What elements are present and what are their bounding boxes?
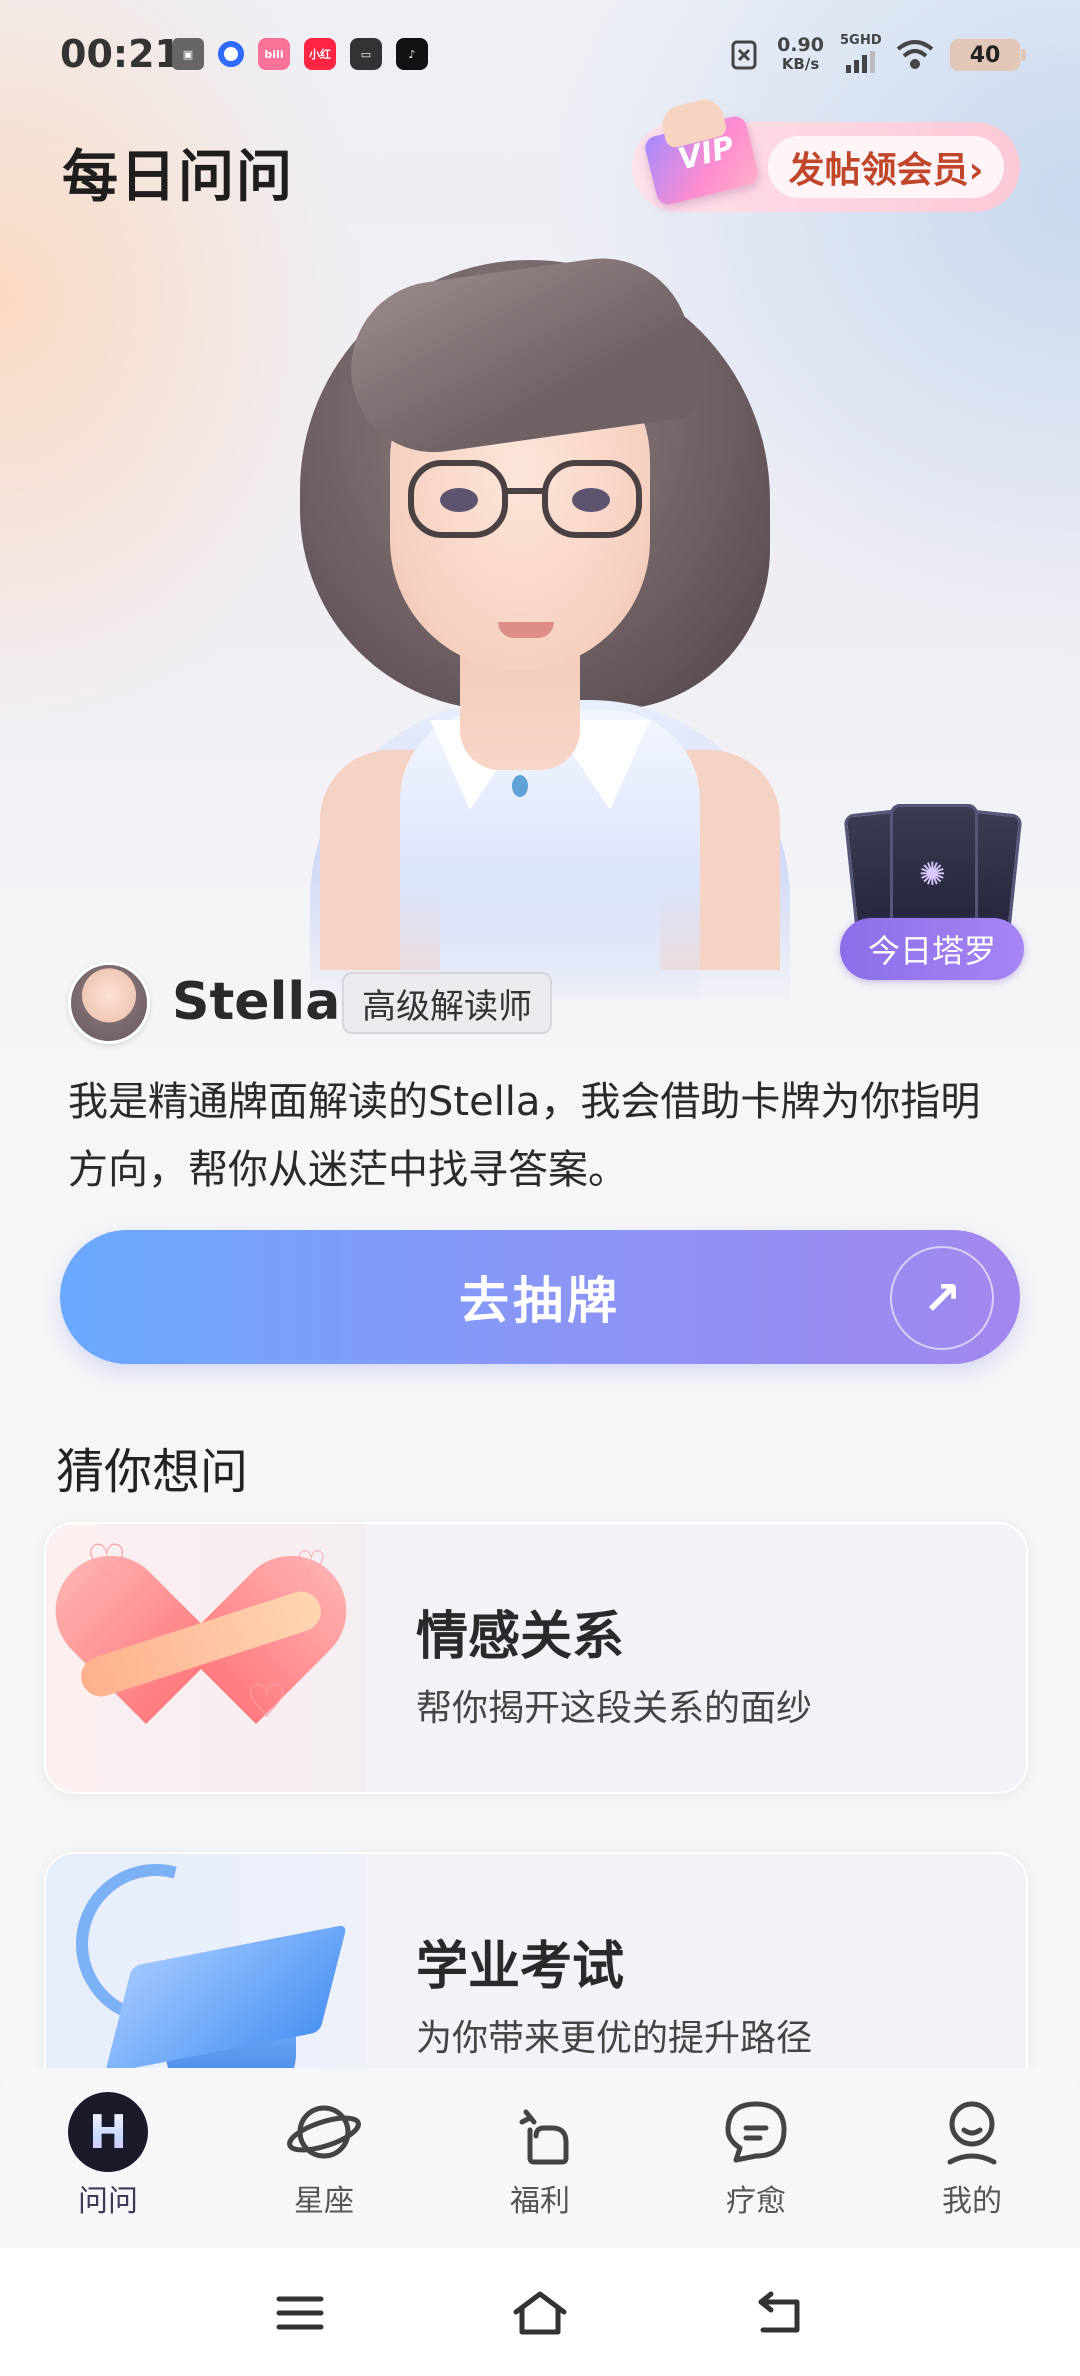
nav-tab-healing[interactable]: 疗愈 xyxy=(686,2092,826,2220)
wifi-icon xyxy=(896,40,934,69)
reader-level-badge: 高级解读师 xyxy=(342,972,552,1034)
status-time: 00:21 xyxy=(60,32,181,76)
reader-portrait xyxy=(280,247,840,1000)
h-logo-icon: H xyxy=(68,2092,148,2172)
nav-tab-label: 疗愈 xyxy=(726,2184,786,2219)
bilibili-icon: bili xyxy=(258,38,290,70)
nav-tab-welfare[interactable]: 福利 xyxy=(470,2092,610,2220)
menu-icon[interactable] xyxy=(260,2278,340,2348)
topic-description: 为你带来更优的提升路径 xyxy=(416,2018,813,2059)
signal-bars-icon xyxy=(846,51,875,73)
topic-card-relationship[interactable]: ♡ ♡ ♡ 情感关系 帮你揭开这段关系的面纱 xyxy=(44,1522,1028,1794)
reader-intro: 我是精通牌面解读的Stella，我会借助卡牌为你指明方向，帮你从迷茫中找寻答案。 xyxy=(68,1079,981,1193)
reader-name: Stella xyxy=(172,972,341,1032)
system-nav-bar xyxy=(0,2248,1080,2376)
status-bar: 00:21 ▣ bili 小红 ▭ ♪ 0.90 KB/s 5G HD 40 xyxy=(0,0,1080,110)
xiaohongshu-icon: 小红 xyxy=(304,38,336,70)
topic-description: 帮你揭开这段关系的面纱 xyxy=(416,1688,813,1729)
status-right: 0.90 KB/s 5G HD 40 xyxy=(727,33,1026,74)
nav-tab-label: 星座 xyxy=(294,2184,354,2219)
planet-icon xyxy=(284,2092,364,2172)
tarot-card-icon: ✺ xyxy=(890,804,978,934)
heart-ribbon-icon: ♡ ♡ ♡ xyxy=(46,1524,370,1792)
nfc-icon xyxy=(731,40,757,70)
arrow-up-right-icon: ↗ xyxy=(890,1246,994,1350)
vip-promo-label: 发帖领会员› xyxy=(768,136,1004,198)
draw-card-button[interactable]: 去抽牌 ↗ xyxy=(60,1230,1020,1364)
bilibili-tv-icon: ▣ xyxy=(172,38,204,70)
suggestions-title: 猜你想问 xyxy=(56,1444,249,1500)
nav-tab-label: 我的 xyxy=(942,2184,1002,2219)
nav-tab-label: 福利 xyxy=(510,2184,570,2219)
chat-bubble-icon xyxy=(716,2092,796,2172)
nav-tab-profile[interactable]: 我的 xyxy=(902,2092,1042,2220)
avatar[interactable] xyxy=(68,962,150,1044)
shopping-bag-icon: ▭ xyxy=(350,38,382,70)
bottom-nav: H 问问 星座 福利 疗愈 我的 xyxy=(0,2068,1080,2248)
net-speed: 0.90 KB/s xyxy=(777,34,824,74)
nav-tab-horoscope[interactable]: 星座 xyxy=(254,2092,394,2220)
back-icon[interactable] xyxy=(740,2278,820,2348)
page-title: 每日问问 xyxy=(62,145,294,210)
nav-tab-label: 问问 xyxy=(78,2184,138,2219)
battery-indicator: 40 xyxy=(950,39,1026,71)
topic-title: 学业考试 xyxy=(416,1937,625,1997)
draw-card-label: 去抽牌 xyxy=(459,1272,621,1330)
daily-tarot-label: 今日塔罗 xyxy=(840,918,1024,980)
gift-icon xyxy=(500,2092,580,2172)
home-icon[interactable] xyxy=(500,2278,580,2348)
browser-icon xyxy=(218,41,244,67)
douyin-icon: ♪ xyxy=(396,38,428,70)
signal: 5G HD xyxy=(840,33,882,73)
page: 00:21 ▣ bili 小红 ▭ ♪ 0.90 KB/s 5G HD 40 每… xyxy=(0,0,1080,2376)
vip-promo-button[interactable]: VIP 发帖领会员› xyxy=(632,95,1020,212)
topic-title: 情感关系 xyxy=(416,1607,625,1667)
daily-tarot-button[interactable]: ✺ 今日塔罗 xyxy=(832,800,1032,990)
status-app-icons: ▣ bili 小红 ▭ ♪ xyxy=(172,38,428,70)
person-icon xyxy=(932,2092,1012,2172)
nav-tab-ask[interactable]: H 问问 xyxy=(38,2092,178,2220)
